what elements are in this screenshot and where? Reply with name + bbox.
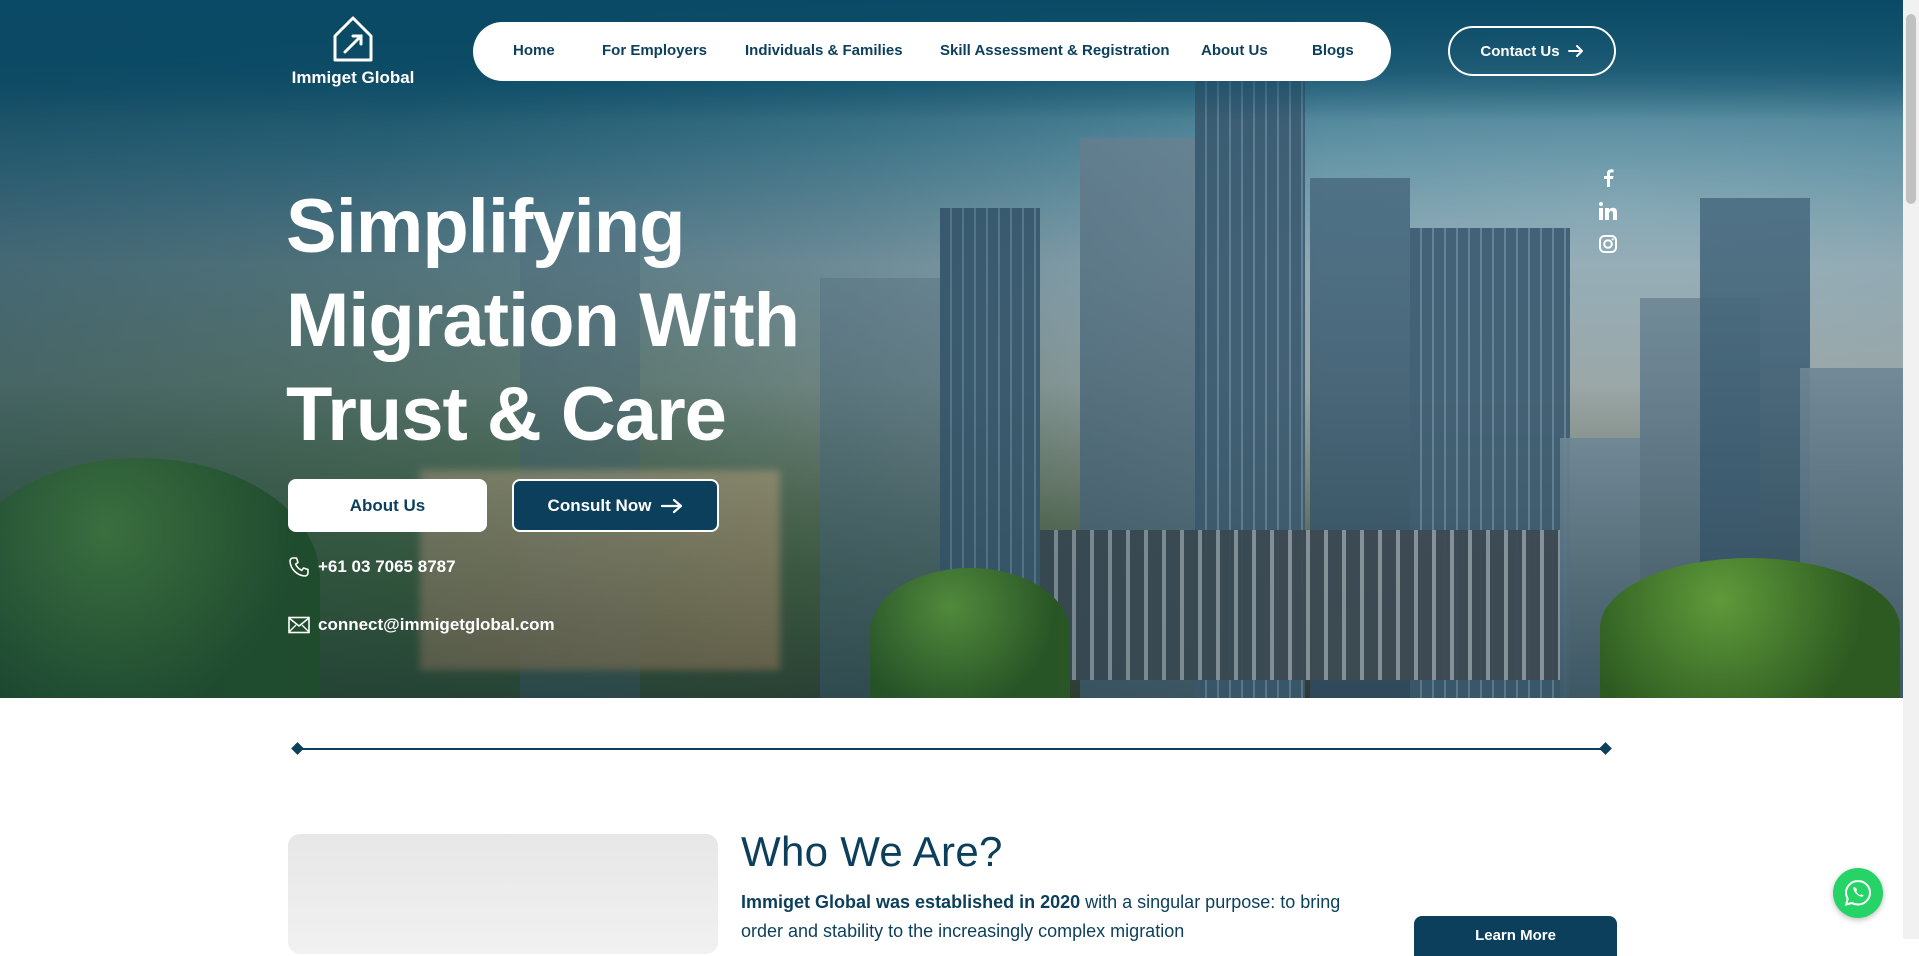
who-we-are-title: Who We Are? [741,828,1003,875]
about-us-button[interactable]: About Us [288,479,487,532]
learn-more-button[interactable]: Learn More [1414,916,1617,956]
headline-line-3: Trust & Care [286,372,727,457]
hero-headline: Simplifying Migration With Trust & Care [286,180,906,462]
divider-diamond-right [1599,742,1612,755]
phone-contact[interactable]: +61 03 7065 8787 [288,556,456,578]
contact-us-button[interactable]: Contact Us [1448,26,1616,76]
contact-us-label: Contact Us [1480,42,1560,60]
main-navigation: Home For Employers Individuals & Familie… [473,22,1391,81]
nav-skill-assessment[interactable]: Skill Assessment & Registration [940,42,1170,59]
mail-icon [288,616,310,634]
divider-diamond-left [291,742,304,755]
plane-house-icon [333,16,373,62]
whatsapp-icon [1844,879,1872,906]
arrow-right-icon [1567,45,1583,57]
brand-logo[interactable]: Immiget Global [288,14,418,90]
email-contact[interactable]: connect@immigetglobal.com [288,615,555,635]
nav-for-employers[interactable]: For Employers [602,42,707,59]
headline-line-1: Simplifying [286,184,686,269]
nav-home[interactable]: Home [513,42,555,59]
nav-blogs[interactable]: Blogs [1312,42,1354,59]
headline-line-2: Migration With [286,278,800,363]
arrow-right-icon [661,498,683,513]
nav-about-us[interactable]: About Us [1201,42,1268,59]
scrollbar-thumb[interactable] [1906,14,1916,204]
instagram-icon[interactable] [1597,233,1619,255]
consult-now-button[interactable]: Consult Now [512,479,719,532]
phone-icon [289,557,309,577]
who-we-are-text: Immiget Global was established in 2020 w… [741,888,1341,946]
brand-name: Immiget Global [291,68,415,87]
whatsapp-button[interactable] [1833,868,1883,918]
who-text-bold: Immiget Global was established in 2020 [741,892,1081,912]
facebook-icon[interactable] [1597,167,1619,189]
nav-individuals-families[interactable]: Individuals & Families [745,42,903,59]
phone-number: +61 03 7065 8787 [318,557,456,576]
linkedin-icon[interactable] [1597,200,1619,222]
email-address: connect@immigetglobal.com [318,615,555,634]
section-divider [294,748,1606,750]
consult-now-label: Consult Now [547,495,652,515]
about-image [288,834,718,954]
